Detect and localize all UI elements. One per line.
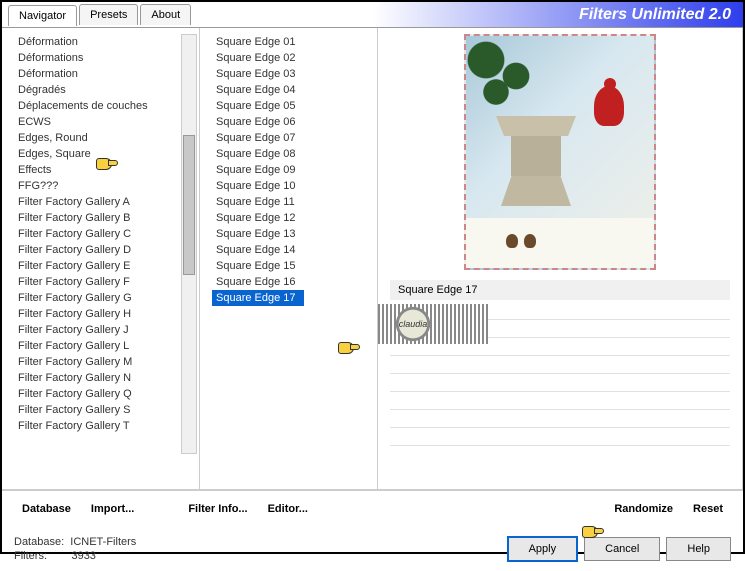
stone-lantern — [496, 116, 576, 226]
filter-item[interactable]: Square Edge 14 — [212, 242, 377, 258]
category-item[interactable]: Filter Factory Gallery H — [14, 306, 199, 322]
tab-about[interactable]: About — [140, 4, 191, 25]
filter-item[interactable]: Square Edge 07 — [212, 130, 377, 146]
header: Navigator Presets About Filters Unlimite… — [2, 2, 743, 28]
category-item[interactable]: Déplacements de couches — [14, 98, 199, 114]
footer: Database: ICNET-Filters Filters: 3933 Ap… — [2, 527, 743, 571]
tabs: Navigator Presets About — [8, 4, 193, 25]
filter-item[interactable]: Square Edge 17 — [212, 290, 304, 306]
category-item[interactable]: ECWS — [14, 114, 199, 130]
preview-image — [464, 34, 656, 270]
category-item[interactable]: Déformation — [14, 66, 199, 82]
category-item[interactable]: Filter Factory Gallery A — [14, 194, 199, 210]
category-item[interactable]: Filter Factory Gallery B — [14, 210, 199, 226]
reset-button[interactable]: Reset — [685, 499, 731, 519]
category-list[interactable]: DéformationDéformationsDéformationDégrad… — [14, 34, 199, 454]
editor-button[interactable]: Editor... — [260, 499, 316, 519]
filter-item[interactable]: Square Edge 05 — [212, 98, 377, 114]
filter-item[interactable]: Square Edge 11 — [212, 194, 377, 210]
filter-item[interactable]: Square Edge 10 — [212, 178, 377, 194]
filter-item[interactable]: Square Edge 12 — [212, 210, 377, 226]
filter-item[interactable]: Square Edge 09 — [212, 162, 377, 178]
category-item[interactable]: Filter Factory Gallery N — [14, 370, 199, 386]
filter-item[interactable]: Square Edge 16 — [212, 274, 377, 290]
category-item[interactable]: Déformation — [14, 34, 199, 50]
param-row[interactable] — [390, 428, 730, 446]
filter-item[interactable]: Square Edge 03 — [212, 66, 377, 82]
param-row[interactable] — [390, 392, 730, 410]
category-item[interactable]: Filter Factory Gallery F — [14, 274, 199, 290]
category-item[interactable]: Filter Factory Gallery T — [14, 418, 199, 434]
filter-list[interactable]: Square Edge 01Square Edge 02Square Edge … — [212, 34, 377, 454]
database-button[interactable]: Database — [14, 499, 79, 519]
category-item[interactable]: Filter Factory Gallery M — [14, 354, 199, 370]
pointer-hand-icon — [338, 340, 360, 356]
pinecone — [506, 234, 518, 248]
param-row[interactable] — [390, 374, 730, 392]
category-item[interactable]: Filter Factory Gallery Q — [14, 386, 199, 402]
cardinal-bird — [594, 86, 624, 126]
category-item[interactable]: Dégradés — [14, 82, 199, 98]
filter-item[interactable]: Square Edge 06 — [212, 114, 377, 130]
category-item[interactable]: Filter Factory Gallery E — [14, 258, 199, 274]
category-column: DéformationDéformationsDéformationDégrad… — [2, 28, 200, 489]
filter-item[interactable]: Square Edge 13 — [212, 226, 377, 242]
cancel-button[interactable]: Cancel — [584, 537, 660, 561]
pointer-hand-icon — [96, 156, 118, 172]
db-info: Database: ICNET-Filters Filters: 3933 — [14, 535, 136, 563]
category-item[interactable]: Filter Factory Gallery C — [14, 226, 199, 242]
help-button[interactable]: Help — [666, 537, 731, 561]
button-row: Database Import... Filter Info... Editor… — [2, 490, 743, 527]
param-row[interactable] — [390, 356, 730, 374]
snow-ground — [466, 218, 654, 268]
tab-navigator[interactable]: Navigator — [8, 5, 77, 26]
filter-item[interactable]: Square Edge 01 — [212, 34, 377, 50]
category-item[interactable]: Déformations — [14, 50, 199, 66]
category-item[interactable]: Filter Factory Gallery L — [14, 338, 199, 354]
filter-name-label: Square Edge 17 — [390, 280, 730, 300]
randomize-button[interactable]: Randomize — [606, 499, 681, 519]
filter-item[interactable]: Square Edge 15 — [212, 258, 377, 274]
filterinfo-button[interactable]: Filter Info... — [180, 499, 255, 519]
app-title: Filters Unlimited 2.0 — [579, 6, 731, 24]
main: DéformationDéformationsDéformationDégrad… — [2, 28, 743, 490]
category-item[interactable]: Edges, Round — [14, 130, 199, 146]
watermark-badge: claudia — [378, 304, 488, 344]
scroll-thumb[interactable] — [183, 135, 195, 275]
apply-button[interactable]: Apply — [507, 536, 579, 562]
scrollbar[interactable] — [181, 34, 197, 454]
preview-column: claudia Square Edge 17 — [378, 28, 743, 489]
filter-item[interactable]: Square Edge 08 — [212, 146, 377, 162]
param-row[interactable] — [390, 410, 730, 428]
category-item[interactable]: Filter Factory Gallery D — [14, 242, 199, 258]
filter-item[interactable]: Square Edge 02 — [212, 50, 377, 66]
pine-branch — [464, 36, 556, 116]
category-item[interactable]: FFG??? — [14, 178, 199, 194]
import-button[interactable]: Import... — [83, 499, 142, 519]
pointer-hand-icon — [582, 524, 604, 540]
category-item[interactable]: Filter Factory Gallery J — [14, 322, 199, 338]
filter-column: Square Edge 01Square Edge 02Square Edge … — [200, 28, 378, 489]
pinecone — [524, 234, 536, 248]
filter-item[interactable]: Square Edge 04 — [212, 82, 377, 98]
tab-presets[interactable]: Presets — [79, 4, 138, 25]
category-item[interactable]: Filter Factory Gallery G — [14, 290, 199, 306]
category-item[interactable]: Filter Factory Gallery S — [14, 402, 199, 418]
